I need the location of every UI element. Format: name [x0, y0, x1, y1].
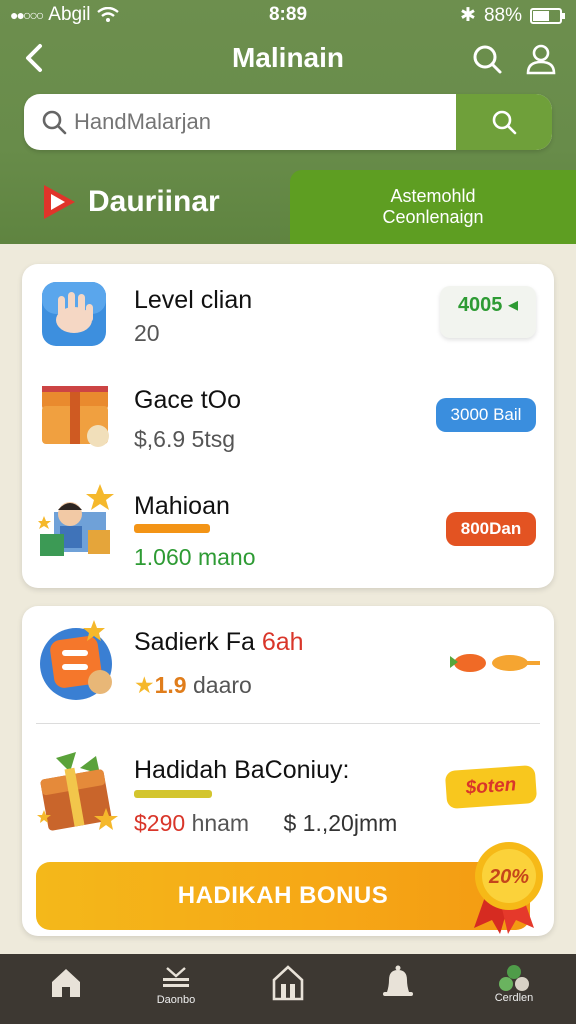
reward-list-card: Level clian 20 4005 ◂ Gace tOo $,6.9 5ts… [22, 264, 554, 588]
brand: Dauriinar [40, 182, 220, 222]
item-title: Hadidah BaConiuy: [134, 756, 350, 784]
list-item[interactable]: Mahioan 1.060 mano 800Dan [22, 476, 554, 588]
seal-label: 20% [488, 866, 529, 888]
title-red: 6ah [254, 628, 304, 656]
rating-value: 1.9 [154, 672, 187, 698]
list-item[interactable]: Sadierk Fa 6ah ★1.9 daaro [22, 606, 554, 722]
battery-icon [530, 7, 565, 24]
tab-home[interactable] [26, 964, 106, 1020]
item-rating: ★1.9 daaro [134, 672, 252, 699]
promo-tab[interactable]: Astemohld Ceonlenaign [290, 170, 576, 244]
title-black: Sadierk Fa [134, 628, 255, 656]
play-logo-icon [44, 185, 75, 219]
hadiah-bonus-button[interactable]: HADIKAH BONUS [36, 862, 530, 930]
tab-notifications[interactable] [358, 964, 438, 1020]
header: ●●○○○ Abgil 8:89 ✱ 88% Malinain HandMala… [0, 0, 576, 244]
battery-percent: 88% [483, 4, 522, 26]
gift-crate-icon [37, 752, 118, 831]
item-subtitle: $,6.9 5tsg [134, 426, 236, 452]
treasure-chest-icon [42, 386, 109, 447]
garden-icon [499, 965, 529, 991]
brand-name: Dauriinar [88, 185, 220, 218]
item-title: Gace tOo [134, 386, 241, 414]
divider [36, 723, 540, 724]
profile-icon[interactable] [524, 42, 558, 76]
price-secondary: $ 1.,20jmm [283, 810, 398, 836]
kid-shop-icon [38, 484, 114, 556]
tab-dashboard[interactable]: Daonbo [136, 964, 216, 1020]
nav-bar: Malinain [0, 36, 576, 82]
progress-bar [134, 790, 212, 798]
tab-label: Cerdlen [494, 992, 534, 1004]
price-badge[interactable]: 800Dan [446, 512, 536, 546]
carrot-icon [450, 654, 540, 672]
search-button[interactable] [456, 94, 552, 150]
promo-line2: Ceonlenaign [382, 207, 484, 227]
tab-label: Daonbo [156, 994, 196, 1006]
item-title: Sadierk Fa 6ah [134, 628, 304, 657]
discount-seal-icon: 20% [474, 842, 543, 934]
bonus-card: Sadierk Fa 6ah ★1.9 daaro Hadidah BaConi… [22, 606, 554, 936]
star-icon: ★ [134, 672, 155, 698]
hand-app-icon [42, 282, 106, 346]
search-icon [42, 110, 67, 135]
search-icon [492, 110, 517, 135]
gift-badge-icon [40, 620, 112, 700]
bottom-tab-bar: Daonbo Cerdlen [0, 954, 576, 1024]
points-badge[interactable]: 4005 ◂ [440, 286, 536, 338]
list-item[interactable]: Level clian 20 4005 ◂ [22, 264, 554, 364]
rating-text: daaro [193, 672, 252, 698]
badge-label: 4005 [457, 294, 503, 316]
price: $290 [134, 810, 186, 836]
tab-shop[interactable] [248, 964, 328, 1020]
arrow-icon: ◂ [508, 294, 519, 316]
progress-bar [134, 524, 210, 533]
item-price-row: $290 hnam $ 1.,20jmm [134, 810, 397, 837]
tag-label: $oten [464, 774, 517, 799]
item-title: Mahioan [134, 492, 230, 520]
price-badge[interactable]: 3000 Bail [436, 398, 536, 432]
home-icon [52, 969, 80, 997]
status-bar: ●●○○○ Abgil 8:89 ✱ 88% [0, 0, 576, 30]
search-input[interactable] [74, 94, 474, 150]
bluetooth-icon: ✱ [460, 5, 476, 26]
bell-icon [383, 965, 413, 996]
search-bar [24, 94, 552, 150]
status-right: ✱ 88% [460, 4, 565, 27]
item-subtitle: 1.060 mano [134, 544, 256, 570]
shop-icon [272, 965, 304, 1001]
grill-icon [163, 967, 189, 987]
price-unit: hnam [191, 810, 250, 836]
item-subtitle: 20 [134, 320, 160, 346]
search-icon[interactable] [470, 42, 504, 76]
item-title: Level clian [134, 286, 253, 314]
promo-line1: Astemohld [390, 186, 476, 206]
price-tag[interactable]: $oten [444, 764, 538, 810]
list-item[interactable]: Gace tOo $,6.9 5tsg 3000 Bail [22, 368, 554, 472]
tab-garden[interactable]: Cerdlen [474, 964, 554, 1020]
